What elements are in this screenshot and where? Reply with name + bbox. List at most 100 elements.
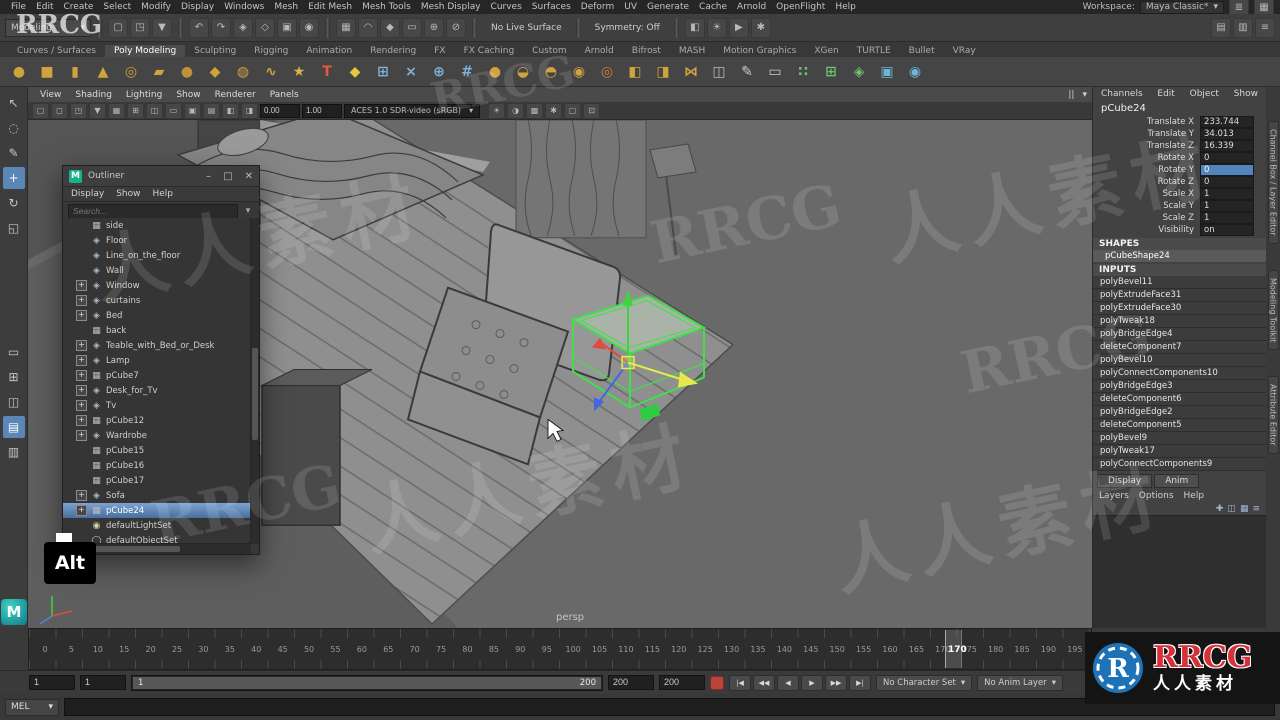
expand-toggle-icon[interactable] — [76, 340, 87, 351]
sidebar-toggle-icon[interactable]: ▤ — [1211, 17, 1231, 38]
image-plane-icon[interactable]: ▦ — [108, 102, 125, 119]
poly-helix-icon[interactable]: ∿ — [260, 61, 282, 83]
sculpt-tool-icon[interactable]: ★ — [288, 61, 310, 83]
outliner-item[interactable]: pCube17 — [63, 473, 251, 488]
character-set-dropdown[interactable]: No Character Set ▾ — [876, 674, 973, 691]
menu-item[interactable]: Select — [98, 2, 136, 12]
filter-dropdown-icon[interactable]: ▾ — [242, 206, 254, 216]
target-weld-icon[interactable]: ⊕ — [428, 61, 450, 83]
scale-tool-icon[interactable]: ◱ — [3, 217, 25, 239]
bridge-icon[interactable]: ⋈ — [680, 61, 702, 83]
menu-item[interactable]: Arnold — [732, 2, 771, 12]
select-object-icon[interactable]: ◇ — [255, 17, 275, 38]
lasso-tool-icon[interactable]: ◌ — [3, 117, 25, 139]
shadows-icon[interactable]: ◑ — [507, 102, 525, 119]
make-live-icon[interactable]: ⊕ — [424, 17, 444, 38]
shelf-tab[interactable]: Motion Graphics — [714, 45, 805, 57]
playback-button[interactable]: ◀ — [777, 674, 799, 691]
outliner-item[interactable]: Teable_with_Bed_or_Desk — [63, 338, 251, 353]
channelbox-menu-item[interactable]: Channels — [1101, 89, 1143, 99]
shelf-tab[interactable]: FX — [425, 45, 454, 57]
poly-plane-icon[interactable]: ▰ — [148, 61, 170, 83]
panel-toggle-icon[interactable]: ▥ — [1233, 17, 1253, 38]
channel-row[interactable]: Rotate X 0 — [1093, 152, 1266, 164]
playback-button[interactable]: |◀ — [729, 674, 751, 691]
symmetry-status[interactable]: Symmetry: Off — [587, 23, 668, 33]
channel-value-field[interactable]: 0 — [1200, 152, 1254, 164]
channelbox-menu-item[interactable]: Object — [1190, 89, 1219, 99]
anim-end-field[interactable] — [608, 675, 654, 690]
select-camera-icon[interactable]: ▢ — [32, 102, 49, 119]
channel-row[interactable]: Translate Z 16.339 — [1093, 140, 1266, 152]
input-node[interactable]: polyBridgeEdge3 — [1093, 380, 1266, 393]
expand-toggle-icon[interactable] — [76, 415, 87, 426]
menu-toggle-icon[interactable]: ≡ — [1255, 17, 1275, 38]
select-hierarchy-icon[interactable]: ◈ — [233, 17, 253, 38]
playback-button[interactable]: ▶| — [849, 674, 871, 691]
lighting-all-icon[interactable]: ☀ — [488, 102, 506, 119]
expand-toggle-icon[interactable] — [76, 505, 87, 516]
expand-toggle-icon[interactable] — [76, 280, 87, 291]
undo-icon[interactable]: ↶ — [189, 17, 209, 38]
snap-off-icon[interactable]: ⊘ — [446, 17, 466, 38]
platonic-solid-icon[interactable]: ◆ — [204, 61, 226, 83]
connect-icon[interactable]: # — [456, 61, 478, 83]
channel-row[interactable]: Rotate Y 0 — [1093, 164, 1266, 176]
playback-button[interactable]: ▶▶ — [825, 674, 847, 691]
poly-cube-icon[interactable]: ■ — [36, 61, 58, 83]
poly-cone-icon[interactable]: ▲ — [92, 61, 114, 83]
vertical-scrollbar[interactable] — [250, 218, 259, 544]
redo-icon[interactable]: ↷ — [211, 17, 231, 38]
snap-plane-icon[interactable]: ▭ — [402, 17, 422, 38]
layout-four-pane-icon[interactable]: ⊞ — [3, 366, 25, 388]
mash-distribute-icon[interactable]: ∷ — [792, 61, 814, 83]
layer-menu-item[interactable]: Layers — [1099, 491, 1129, 501]
playback-end-field[interactable] — [659, 675, 705, 690]
snap-point-icon[interactable]: ◆ — [380, 17, 400, 38]
outliner-item[interactable]: pCube16 — [63, 458, 251, 473]
input-node[interactable]: polyTweak18 — [1093, 315, 1266, 328]
expand-toggle-icon[interactable] — [76, 370, 87, 381]
channel-row[interactable]: Rotate Z 0 — [1093, 176, 1266, 188]
time-slider[interactable]: 0 5 10 15 20 25 30 35 40 45 50 55 60 65 70 75 80 85 90 95 10… — [28, 628, 1092, 670]
outliner-item[interactable]: Window — [63, 278, 251, 293]
xray-icon[interactable]: ▢ — [564, 102, 582, 119]
camera-lock-icon[interactable]: ◻ — [51, 102, 68, 119]
pencil-icon[interactable]: ✎ — [736, 61, 758, 83]
shelf-tab[interactable]: Bullet — [900, 45, 944, 57]
shelf-tab[interactable]: Sculpting — [185, 45, 245, 57]
shelf-tab[interactable]: Poly Modeling — [104, 45, 186, 57]
select-component-icon[interactable]: ▣ — [277, 17, 297, 38]
poly-torus-icon[interactable]: ◎ — [120, 61, 142, 83]
layout-hypershade-icon[interactable]: ▥ — [3, 441, 25, 463]
expand-toggle-icon[interactable] — [76, 355, 87, 366]
menu-item[interactable]: Windows — [219, 2, 269, 12]
outliner-menu-item[interactable]: Display — [71, 189, 104, 199]
gate-mask-icon[interactable]: ▣ — [184, 102, 201, 119]
type-tool-icon[interactable]: T — [316, 61, 338, 83]
side-panel-tab[interactable]: Modeling Toolkit — [1267, 269, 1279, 351]
outliner-item[interactable]: side — [63, 218, 251, 233]
channel-row[interactable]: Translate Y 34.013 — [1093, 128, 1266, 140]
outliner-window[interactable]: M Outliner – □ ✕ Display Show Help ▾ side — [62, 165, 260, 555]
view-grid-icon[interactable]: ⊞ — [127, 102, 144, 119]
bullet-sphere-icon[interactable]: ◉ — [904, 61, 926, 83]
input-node[interactable]: polyConnectComponents9 — [1093, 458, 1266, 471]
selected-object-name[interactable]: pCube24 — [1093, 101, 1266, 116]
channel-row[interactable]: Scale X 1 — [1093, 188, 1266, 200]
shelf-tab[interactable]: VRay — [944, 45, 985, 57]
extrude-icon[interactable]: ◧ — [624, 61, 646, 83]
input-node[interactable]: deleteComponent6 — [1093, 393, 1266, 406]
panel-menu-item[interactable]: Show — [169, 90, 207, 100]
colorspace-dropdown[interactable]: ACES 1.0 SDR-video (sRGB) ▾ — [344, 103, 481, 118]
layer-list-area[interactable] — [1093, 515, 1266, 628]
combine-icon[interactable]: ◒ — [512, 61, 534, 83]
render-icon[interactable]: ☀ — [706, 17, 727, 38]
menu-item[interactable]: Modify — [136, 2, 176, 12]
smooth-icon[interactable]: ● — [484, 61, 506, 83]
menu-item[interactable]: OpenFlight — [771, 2, 830, 12]
mash-grid-icon[interactable]: ⊞ — [820, 61, 842, 83]
construction-history-icon[interactable]: ◧ — [684, 17, 705, 38]
channel-value-field[interactable]: 16.339 — [1200, 140, 1254, 152]
panel-menu-item[interactable]: Lighting — [119, 90, 169, 100]
